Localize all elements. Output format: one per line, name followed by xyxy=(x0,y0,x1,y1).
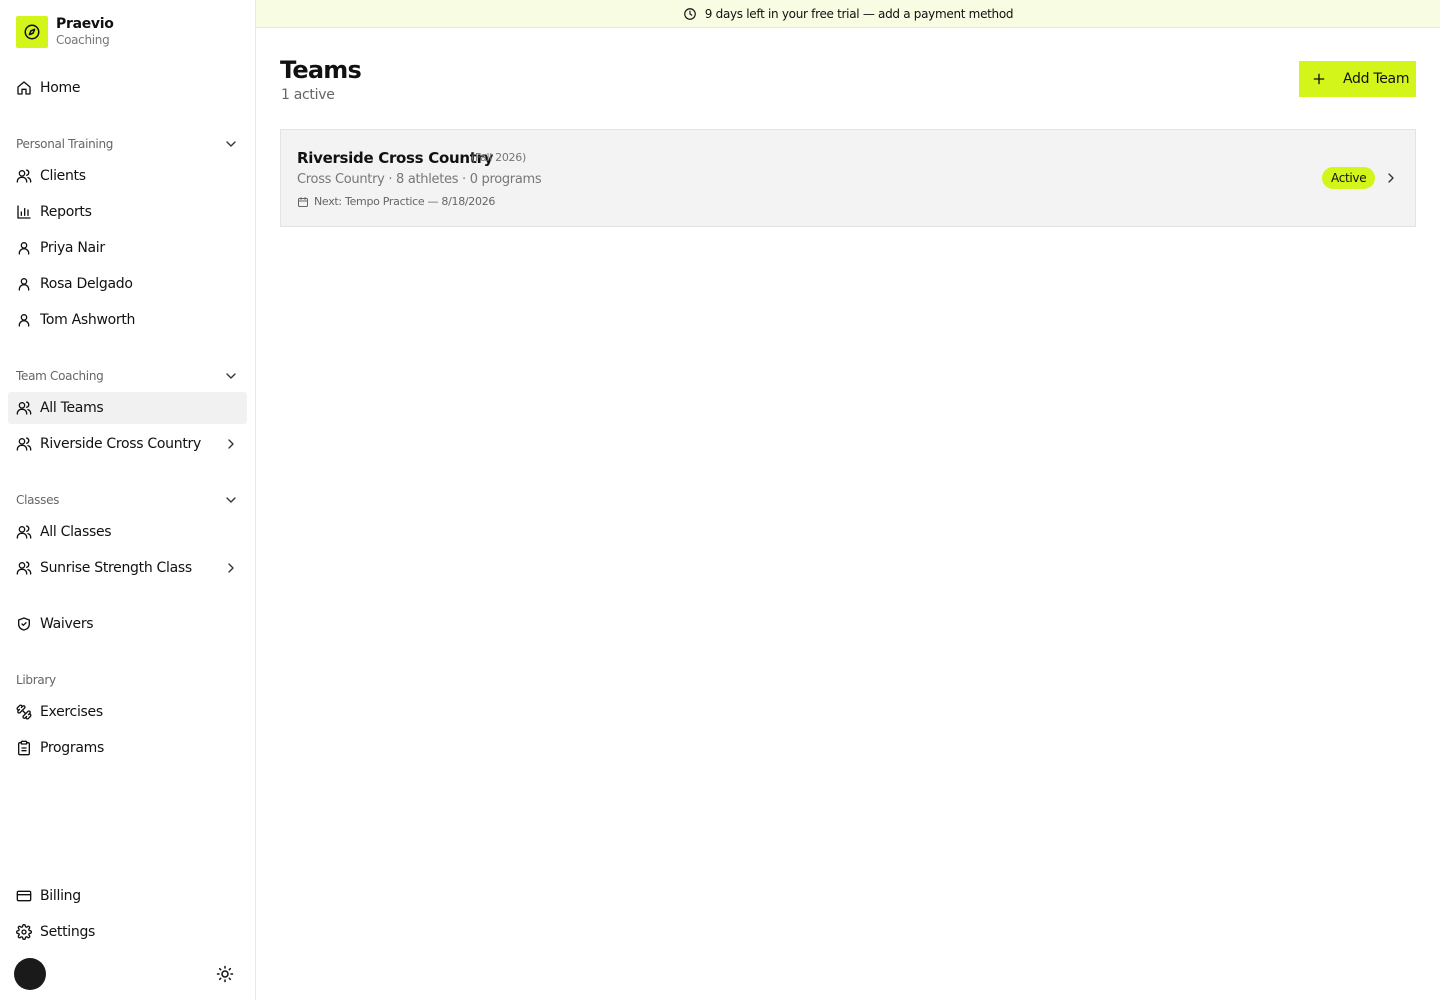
chevron-down-icon[interactable] xyxy=(223,492,239,508)
bar-chart-icon xyxy=(17,205,31,219)
chevron-down-icon[interactable] xyxy=(223,136,239,152)
trial-banner[interactable]: 9 days left in your free trial — add a p… xyxy=(256,0,1440,28)
users-icon xyxy=(16,401,32,415)
dumbbell-icon xyxy=(16,704,32,720)
add-team-button[interactable]: Add Team xyxy=(1299,61,1416,97)
sidebar-item-rosa-delgado[interactable]: Rosa Delgado xyxy=(8,268,247,300)
page-title: Teams xyxy=(280,56,362,84)
sidebar-item-billing[interactable]: Billing xyxy=(8,880,247,912)
section-title: Classes xyxy=(16,493,60,507)
sidebar-item-label: Home xyxy=(40,80,81,96)
sidebar-item-home[interactable]: Home xyxy=(8,72,247,104)
sidebar-item-clients[interactable]: Clients xyxy=(8,160,247,192)
page-subtitle: 1 active xyxy=(281,87,335,103)
user-icon xyxy=(18,278,30,291)
chevron-right-icon[interactable] xyxy=(223,560,239,576)
users-icon xyxy=(16,525,32,539)
sidebar-item-all-classes[interactable]: All Classes xyxy=(8,516,247,548)
sidebar-item-label: Settings xyxy=(40,924,96,940)
compass-icon xyxy=(16,16,48,48)
section-title: Library xyxy=(16,673,56,687)
credit-card-icon xyxy=(16,890,32,902)
chevron-down-icon[interactable] xyxy=(223,368,239,384)
banner-text: 9 days left in your free trial — add a p… xyxy=(704,6,1014,21)
sidebar-item-label: Tom Ashworth xyxy=(40,312,136,328)
team-card[interactable]: Riverside Cross Country (Fall 2026) Cros… xyxy=(280,129,1416,227)
chevron-right-icon[interactable] xyxy=(223,436,239,452)
users-icon xyxy=(16,561,32,575)
sidebar-item-label: Rosa Delgado xyxy=(40,276,133,292)
sidebar-item-all-teams[interactable]: All Teams xyxy=(8,392,247,424)
section-title: Team Coaching xyxy=(16,369,104,383)
gear-icon xyxy=(16,924,32,940)
team-name: Riverside Cross Country xyxy=(297,149,494,167)
brand-subtitle: Coaching xyxy=(56,33,110,47)
sidebar-item-label: Clients xyxy=(40,168,86,184)
user-icon xyxy=(18,242,30,255)
section-classes: Classes xyxy=(16,490,239,510)
team-next-event: Next: Tempo Practice — 8/18/2026 xyxy=(297,195,495,208)
sun-icon[interactable] xyxy=(216,965,234,983)
avatar[interactable] xyxy=(14,958,46,990)
chevron-right-icon[interactable] xyxy=(1383,170,1399,186)
section-team-coaching: Team Coaching xyxy=(16,366,239,386)
sidebar-item-label: All Teams xyxy=(40,400,104,416)
sidebar-item-settings[interactable]: Settings xyxy=(8,916,247,948)
brand-name: Praevio xyxy=(56,16,114,32)
team-meta: Cross Country · 8 athletes · 0 programs xyxy=(297,172,542,187)
users-icon xyxy=(16,169,32,183)
sidebar-item-label: Programs xyxy=(40,740,104,756)
sidebar: Praevio Coaching Home Personal Training … xyxy=(0,0,256,1000)
sidebar-item-waivers[interactable]: Waivers xyxy=(8,608,247,640)
user-icon xyxy=(18,314,30,327)
sidebar-item-riverside-cross-country[interactable]: Riverside Cross Country xyxy=(8,428,247,460)
brand[interactable]: Praevio Coaching xyxy=(16,16,114,48)
sidebar-item-priya-nair[interactable]: Priya Nair xyxy=(8,232,247,264)
team-next-text: Next: Tempo Practice — 8/18/2026 xyxy=(314,195,496,208)
team-season: (Fall 2026) xyxy=(471,151,526,164)
sidebar-item-label: Reports xyxy=(40,204,92,220)
shield-check-icon xyxy=(18,617,30,631)
sidebar-item-label: Sunrise Strength Class xyxy=(40,560,192,576)
calendar-icon xyxy=(298,196,308,207)
add-team-label: Add Team xyxy=(1343,71,1410,87)
clipboard-icon xyxy=(18,740,30,756)
section-library: Library xyxy=(16,670,239,690)
sidebar-item-label: Priya Nair xyxy=(40,240,105,256)
sidebar-item-sunrise-strength-class[interactable]: Sunrise Strength Class xyxy=(8,552,247,584)
section-personal-training: Personal Training xyxy=(16,134,239,154)
status-badge: Active xyxy=(1322,167,1376,189)
sidebar-item-label: Billing xyxy=(40,888,81,904)
sidebar-item-label: Riverside Cross Country xyxy=(40,436,201,452)
sidebar-item-label: All Classes xyxy=(40,524,112,540)
plus-icon xyxy=(1313,73,1325,85)
clock-icon xyxy=(683,7,696,20)
sidebar-item-reports[interactable]: Reports xyxy=(8,196,247,228)
section-title: Personal Training xyxy=(16,137,114,151)
sidebar-item-label: Exercises xyxy=(40,704,103,720)
sidebar-item-exercises[interactable]: Exercises xyxy=(8,696,247,728)
sidebar-item-tom-ashworth[interactable]: Tom Ashworth xyxy=(8,304,247,336)
sidebar-item-programs[interactable]: Programs xyxy=(8,732,247,764)
home-icon xyxy=(17,81,31,95)
users-icon xyxy=(16,437,32,451)
sidebar-item-label: Waivers xyxy=(40,616,94,632)
